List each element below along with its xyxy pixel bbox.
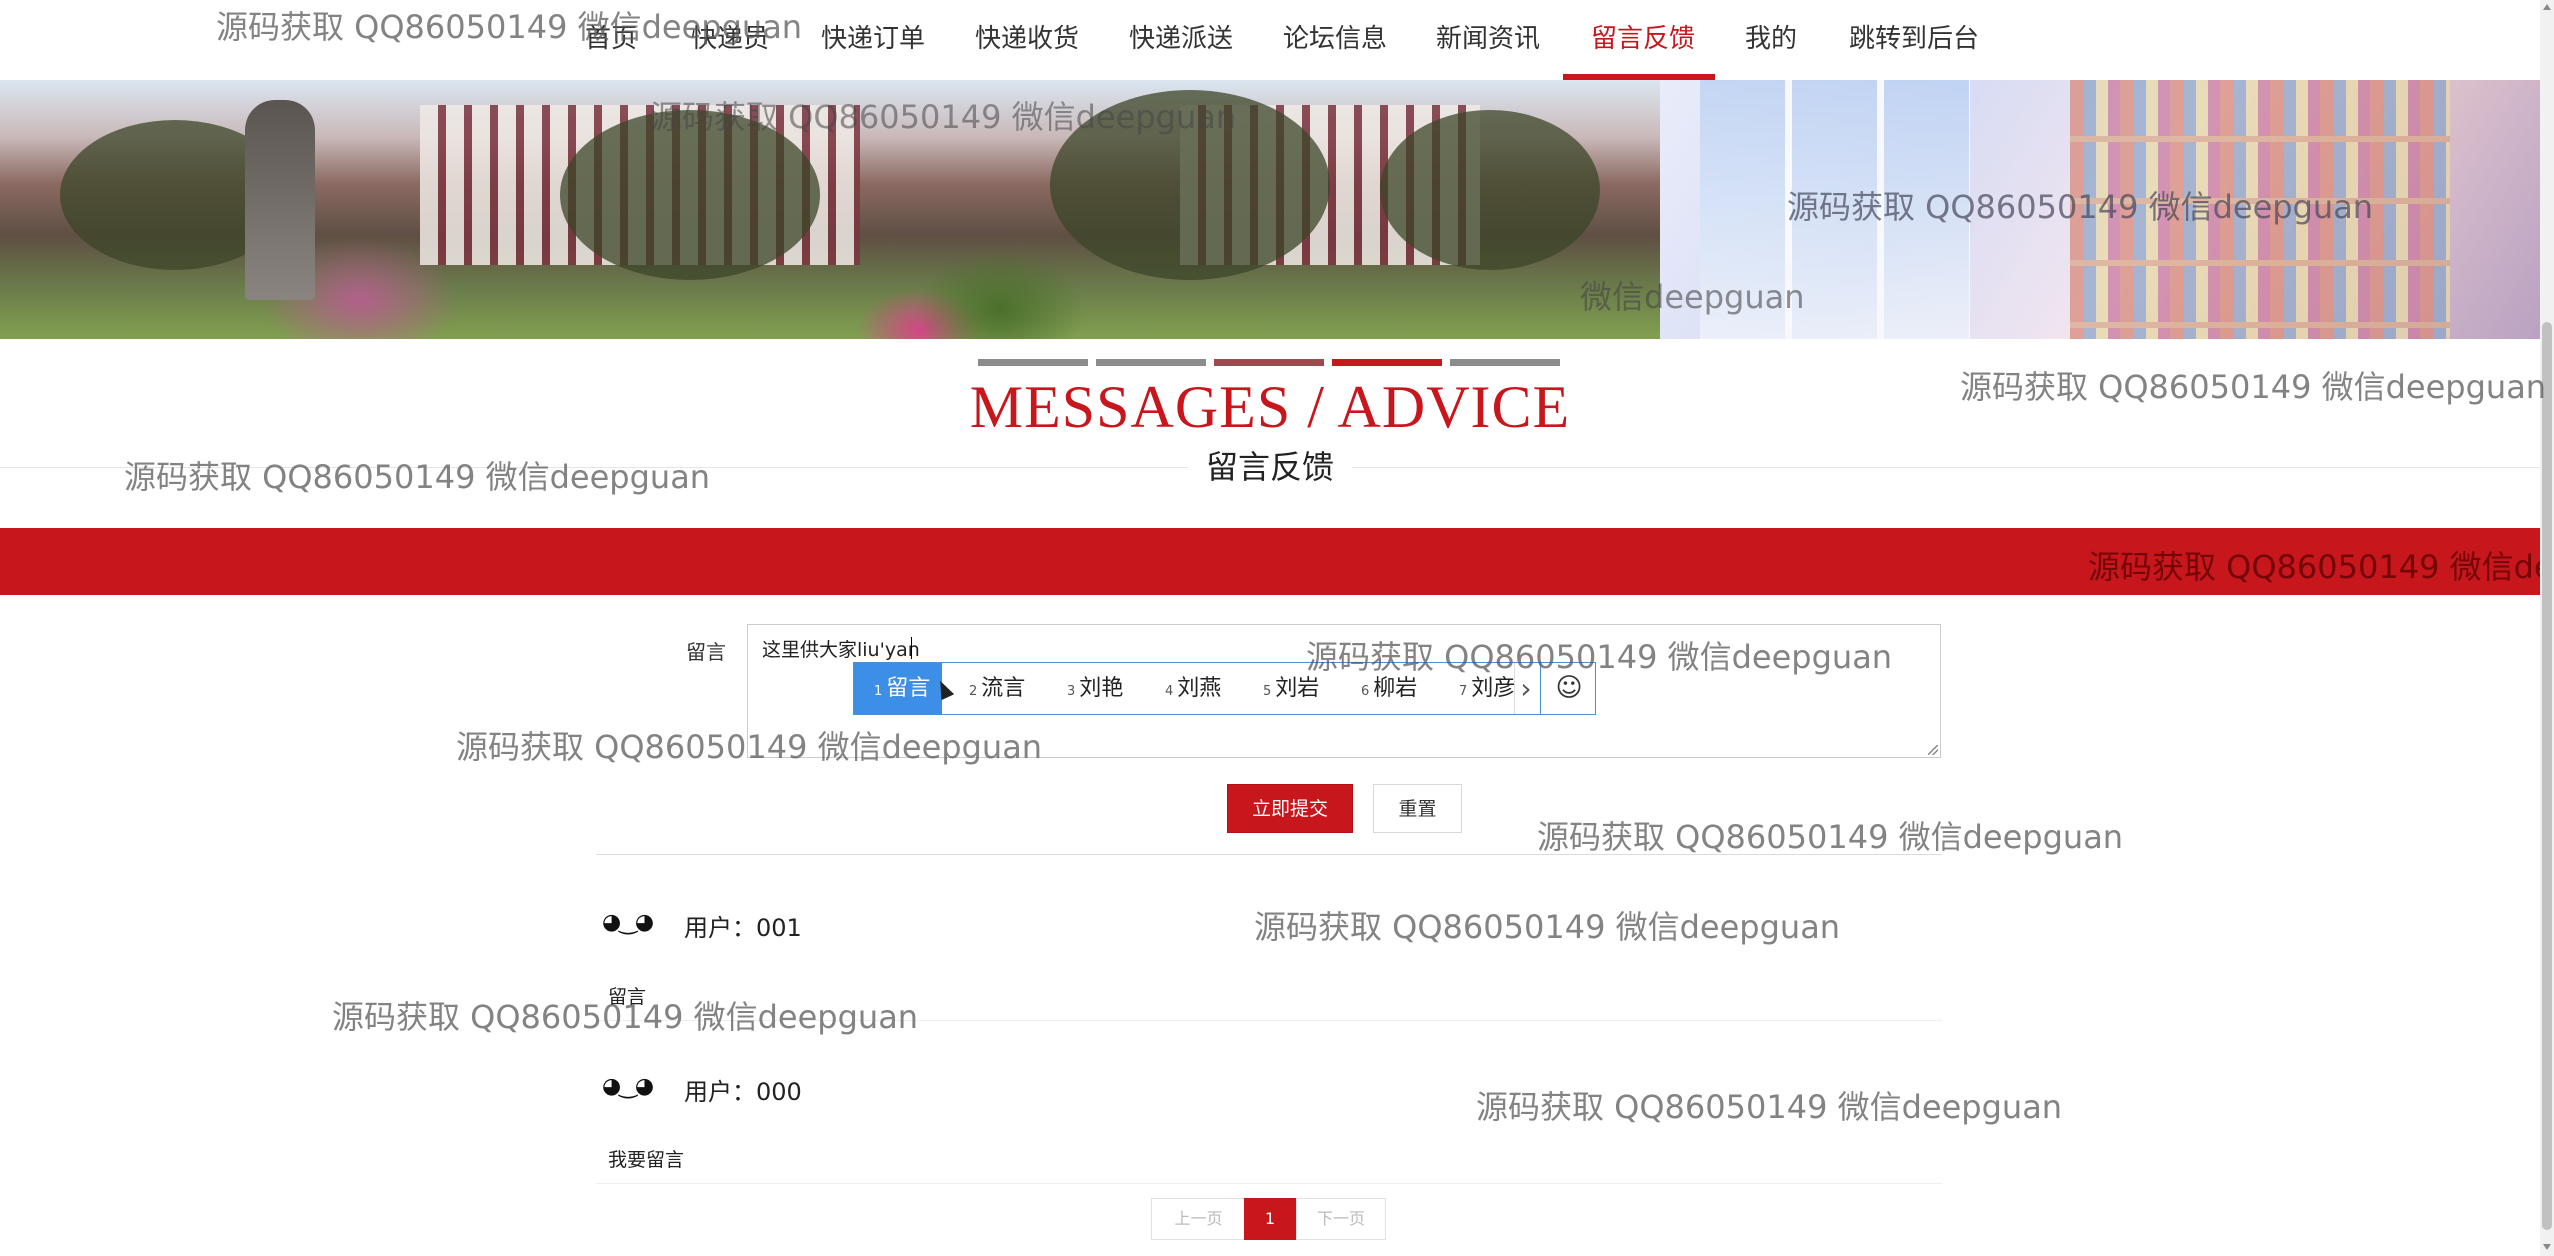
page-1-button[interactable]: 1 — [1244, 1198, 1296, 1240]
avatar: ◕‿◕ — [602, 910, 654, 935]
watermark: 源码获取 QQ86050149 微信deepguan — [124, 458, 711, 496]
section-title-cn: 留言反馈 — [1188, 443, 1352, 491]
banner-street-scene — [0, 80, 1660, 339]
prev-page-button[interactable]: 上一页 — [1151, 1198, 1246, 1240]
nav-item-news[interactable]: 新闻资讯 — [1436, 0, 1540, 80]
next-page-button[interactable]: 下一页 — [1296, 1198, 1386, 1240]
message-content: 留言 — [608, 986, 647, 1008]
ime-candidate-4[interactable]: 4 刘燕 — [1165, 663, 1221, 714]
text-caret — [911, 637, 912, 659]
scroll-down-icon[interactable] — [2543, 1244, 2551, 1250]
chevron-right-icon[interactable]: › — [1514, 663, 1537, 714]
message-user: 用户：000 — [684, 1078, 802, 1106]
watermark: 源码获取 QQ86050149 微信deepguan — [1476, 1088, 2063, 1126]
nav-item-home[interactable]: 首页 — [585, 0, 637, 80]
submit-button[interactable]: 立即提交 — [1227, 784, 1353, 833]
scrollbar-thumb[interactable] — [2542, 322, 2552, 1230]
nav-item-receiving[interactable]: 快递收货 — [975, 0, 1079, 80]
nav-item-feedback[interactable]: 留言反馈 — [1591, 0, 1695, 80]
watermark: 源码获取 QQ86050149 微信deepguan — [1254, 908, 1841, 946]
form-separator — [596, 854, 1942, 855]
banner-image — [0, 80, 2540, 339]
message-content: 我要留言 — [608, 1149, 685, 1171]
ime-candidate-3[interactable]: 3 刘艳 — [1067, 663, 1123, 714]
message-user: 用户：001 — [684, 914, 802, 942]
section-title-en: MESSAGES / ADVICE — [969, 374, 1571, 440]
ime-candidate-2[interactable]: 2 流言 — [969, 663, 1025, 714]
smiley-icon[interactable]: ☺ — [1540, 663, 1597, 714]
nav-item-courier[interactable]: 快递员 — [691, 0, 769, 80]
ime-candidate-6[interactable]: 6 柳岩 — [1361, 663, 1417, 714]
top-nav: 首页 快递员 快递订单 快递收货 快递派送 论坛信息 新闻资讯 留言反馈 我的 … — [0, 0, 2540, 81]
watermark: 源码获取 QQ86050149 微信deepguan — [1537, 818, 2124, 856]
reset-button[interactable]: 重置 — [1373, 784, 1462, 833]
banner-room-scene — [1660, 80, 2540, 339]
ime-candidate-7[interactable]: 7 刘彦 — [1459, 663, 1514, 714]
red-divider-band — [0, 528, 2540, 595]
message-label: 留言 — [686, 640, 726, 664]
message-divider — [596, 1020, 1942, 1021]
scroll-up-icon[interactable] — [2543, 4, 2551, 10]
nav-item-mine[interactable]: 我的 — [1745, 0, 1797, 80]
nav-item-forum[interactable]: 论坛信息 — [1283, 0, 1387, 80]
message-divider — [596, 1183, 1942, 1184]
nav-item-delivery[interactable]: 快递派送 — [1129, 0, 1233, 80]
ime-candidate-1[interactable]: 1 留言 — [854, 663, 943, 714]
message-textarea-value: 这里供大家liu'yan — [762, 639, 920, 661]
nav-item-orders[interactable]: 快递订单 — [821, 0, 925, 80]
ime-candidate-bar: 1 留言 2 流言 3 刘艳 4 刘燕 5 刘岩 6 柳岩 7 刘彦 › ☺ — [853, 662, 1596, 715]
nav-item-admin[interactable]: 跳转到后台 — [1849, 0, 1979, 80]
resize-grip-icon[interactable] — [1928, 745, 1938, 755]
avatar: ◕‿◕ — [602, 1074, 654, 1099]
ime-candidate-5[interactable]: 5 刘岩 — [1263, 663, 1319, 714]
